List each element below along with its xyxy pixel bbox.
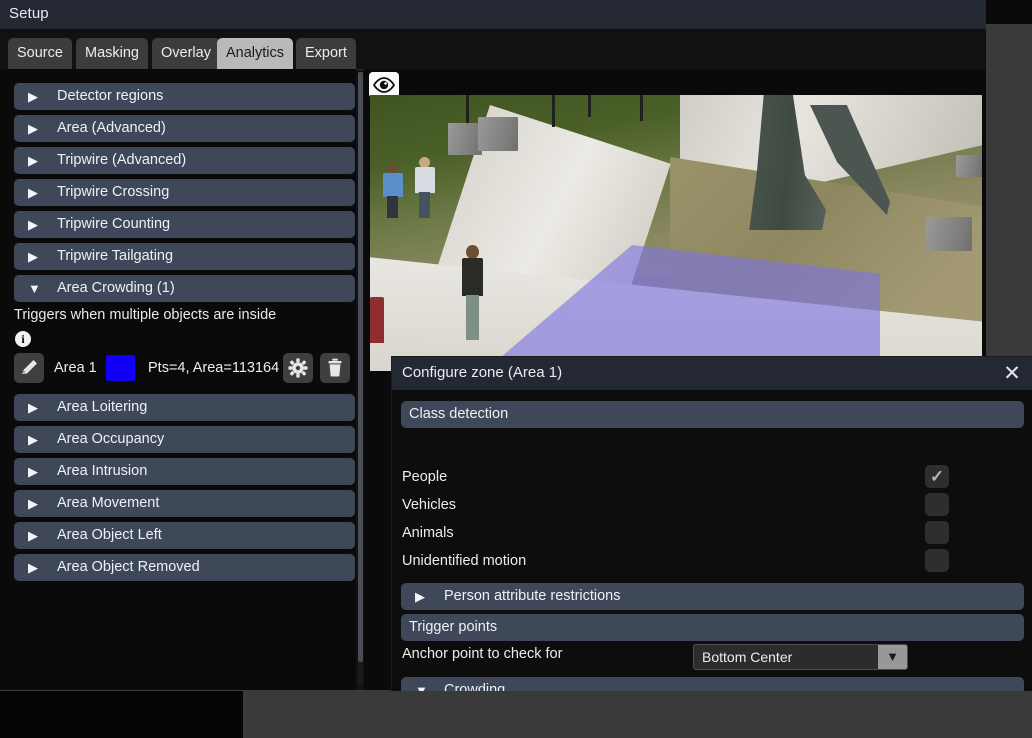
tab-strip: Source Masking Overlay Analytics Export [0,30,986,70]
video-pole [588,95,591,117]
video-bin [926,217,972,251]
sidebar-item-tripwire-crossing[interactable]: ▶ Tripwire Crossing [14,179,355,206]
sidebar-item-area-advanced[interactable]: ▶ Area (Advanced) [14,115,355,142]
chevron-right-icon: ▶ [28,121,38,136]
sidebar-item-label: Area Occupancy [57,431,165,447]
section-person-attribute-restrictions[interactable]: ▶ Person attribute restrictions [401,583,1024,610]
checkbox-animals[interactable] [925,521,949,544]
sidebar-item-area-loitering[interactable]: ▶ Area Loitering [14,394,355,421]
status-bar [0,691,1032,738]
video-person [382,163,404,221]
sidebar-item-label: Area Object Left [57,527,162,543]
tab-analytics[interactable]: Analytics [217,38,294,69]
section-label: Trigger points [409,619,498,635]
section-trigger-points[interactable]: Trigger points [401,614,1024,641]
chevron-right-icon: ▶ [28,153,38,168]
chevron-right-icon: ▶ [28,249,38,264]
sidebar-item-tripwire-advanced[interactable]: ▶ Tripwire (Advanced) [14,147,355,174]
info-icon[interactable]: i [15,331,31,347]
analytics-sidebar: ▶ Detector regions ▶ Area (Advanced) ▶ T… [0,69,356,690]
sidebar-scrollbar-thumb[interactable] [358,72,363,662]
video-bin [478,117,518,151]
video-pole [640,95,643,121]
sidebar-item-area-crowding[interactable]: ▼ Area Crowding (1) [14,275,355,302]
area-list-row: Area 1 Pts=4, Area=113164 [0,353,356,387]
video-bin [956,155,982,177]
chevron-right-icon: ▶ [28,89,38,104]
sidebar-item-label: Tripwire Counting [57,216,171,232]
video-person [460,245,486,343]
sidebar-item-label: Area Intrusion [57,463,148,479]
configure-zone-dialog: Configure zone (Area 1) ✕ Class detectio… [392,357,1032,738]
anchor-point-label: Anchor point to check for [402,646,563,662]
tab-export[interactable]: Export [296,38,356,69]
dialog-title-bar: Configure zone (Area 1) ✕ [392,357,1032,391]
sidebar-item-area-intrusion[interactable]: ▶ Area Intrusion [14,458,355,485]
tab-source[interactable]: Source [8,38,72,69]
tab-overlay[interactable]: Overlay [152,38,220,69]
area-stats-label: Pts=4, Area=113164 [148,360,280,376]
chevron-right-icon: ▶ [28,185,38,200]
gear-icon[interactable] [283,353,313,383]
dialog-title: Configure zone (Area 1) [402,364,563,381]
desktop-background-topcap [986,0,1032,24]
chevron-down-icon: ▼ [28,281,41,296]
video-pole [552,95,555,127]
chevron-right-icon: ▶ [28,496,38,511]
sidebar-item-area-object-left[interactable]: ▶ Area Object Left [14,522,355,549]
section-label: Person attribute restrictions [444,588,621,604]
anchor-point-value: Bottom Center [702,649,793,665]
sidebar-item-detector-regions[interactable]: ▶ Detector regions [14,83,355,110]
sidebar-item-area-occupancy[interactable]: ▶ Area Occupancy [14,426,355,453]
video-person [414,157,436,221]
crowding-description: Triggers when multiple objects are insid… [14,307,277,323]
sidebar-item-label: Area Crowding (1) [57,280,175,296]
chevron-down-icon[interactable]: ▼ [878,645,907,669]
window-title-bar: Setup [0,0,986,30]
tab-masking[interactable]: Masking [76,38,148,69]
chevron-right-icon: ▶ [28,560,38,575]
sidebar-item-tripwire-tailgating[interactable]: ▶ Tripwire Tailgating [14,243,355,270]
area-color-swatch[interactable] [106,355,135,381]
sidebar-item-label: Area Object Removed [57,559,200,575]
sidebar-item-label: Area Loitering [57,399,148,415]
sidebar-item-area-object-removed[interactable]: ▶ Area Object Removed [14,554,355,581]
sidebar-item-label: Detector regions [57,88,164,104]
checkbox-people[interactable]: ✓ [925,465,949,488]
close-icon[interactable]: ✕ [1000,362,1024,386]
sidebar-item-label: Tripwire Tailgating [57,248,174,264]
class-option-label-vehicles: Vehicles [402,497,457,513]
sidebar-item-label: Tripwire Crossing [57,184,170,200]
area-name-label: Area 1 [54,360,97,376]
video-bin [448,123,482,155]
screen: Setup Source Masking Overlay Analytics E… [0,0,1032,738]
chevron-right-icon: ▶ [28,528,38,543]
window-title: Setup [9,5,49,22]
trash-icon[interactable] [320,353,350,383]
status-bar-left-segment [0,691,243,738]
sidebar-item-tripwire-counting[interactable]: ▶ Tripwire Counting [14,211,355,238]
dialog-body: Class detection People ✓ Vehicles Animal… [392,390,1032,738]
sidebar-item-label: Area (Advanced) [57,120,166,136]
checkbox-vehicles[interactable] [925,493,949,516]
pencil-icon[interactable] [14,353,44,383]
sidebar-item-label: Tripwire (Advanced) [57,152,187,168]
class-option-label-unidentified-motion: Unidentified motion [402,553,527,569]
sidebar-item-label: Area Movement [57,495,160,511]
check-icon: ✓ [929,467,945,486]
chevron-right-icon: ▶ [28,464,38,479]
video-person [370,297,384,343]
section-class-detection[interactable]: Class detection [401,401,1024,428]
section-label: Class detection [409,406,509,422]
checkbox-unidentified-motion[interactable] [925,549,949,572]
chevron-right-icon: ▶ [28,217,38,232]
sidebar-item-area-movement[interactable]: ▶ Area Movement [14,490,355,517]
chevron-right-icon: ▶ [28,400,38,415]
class-option-label-people: People [402,469,448,485]
chevron-right-icon: ▶ [28,432,38,447]
camera-video-frame[interactable] [370,95,982,371]
chevron-right-icon: ▶ [415,589,425,604]
anchor-point-dropdown[interactable]: Bottom Center ▼ [693,644,908,670]
class-option-label-animals: Animals [402,525,454,541]
